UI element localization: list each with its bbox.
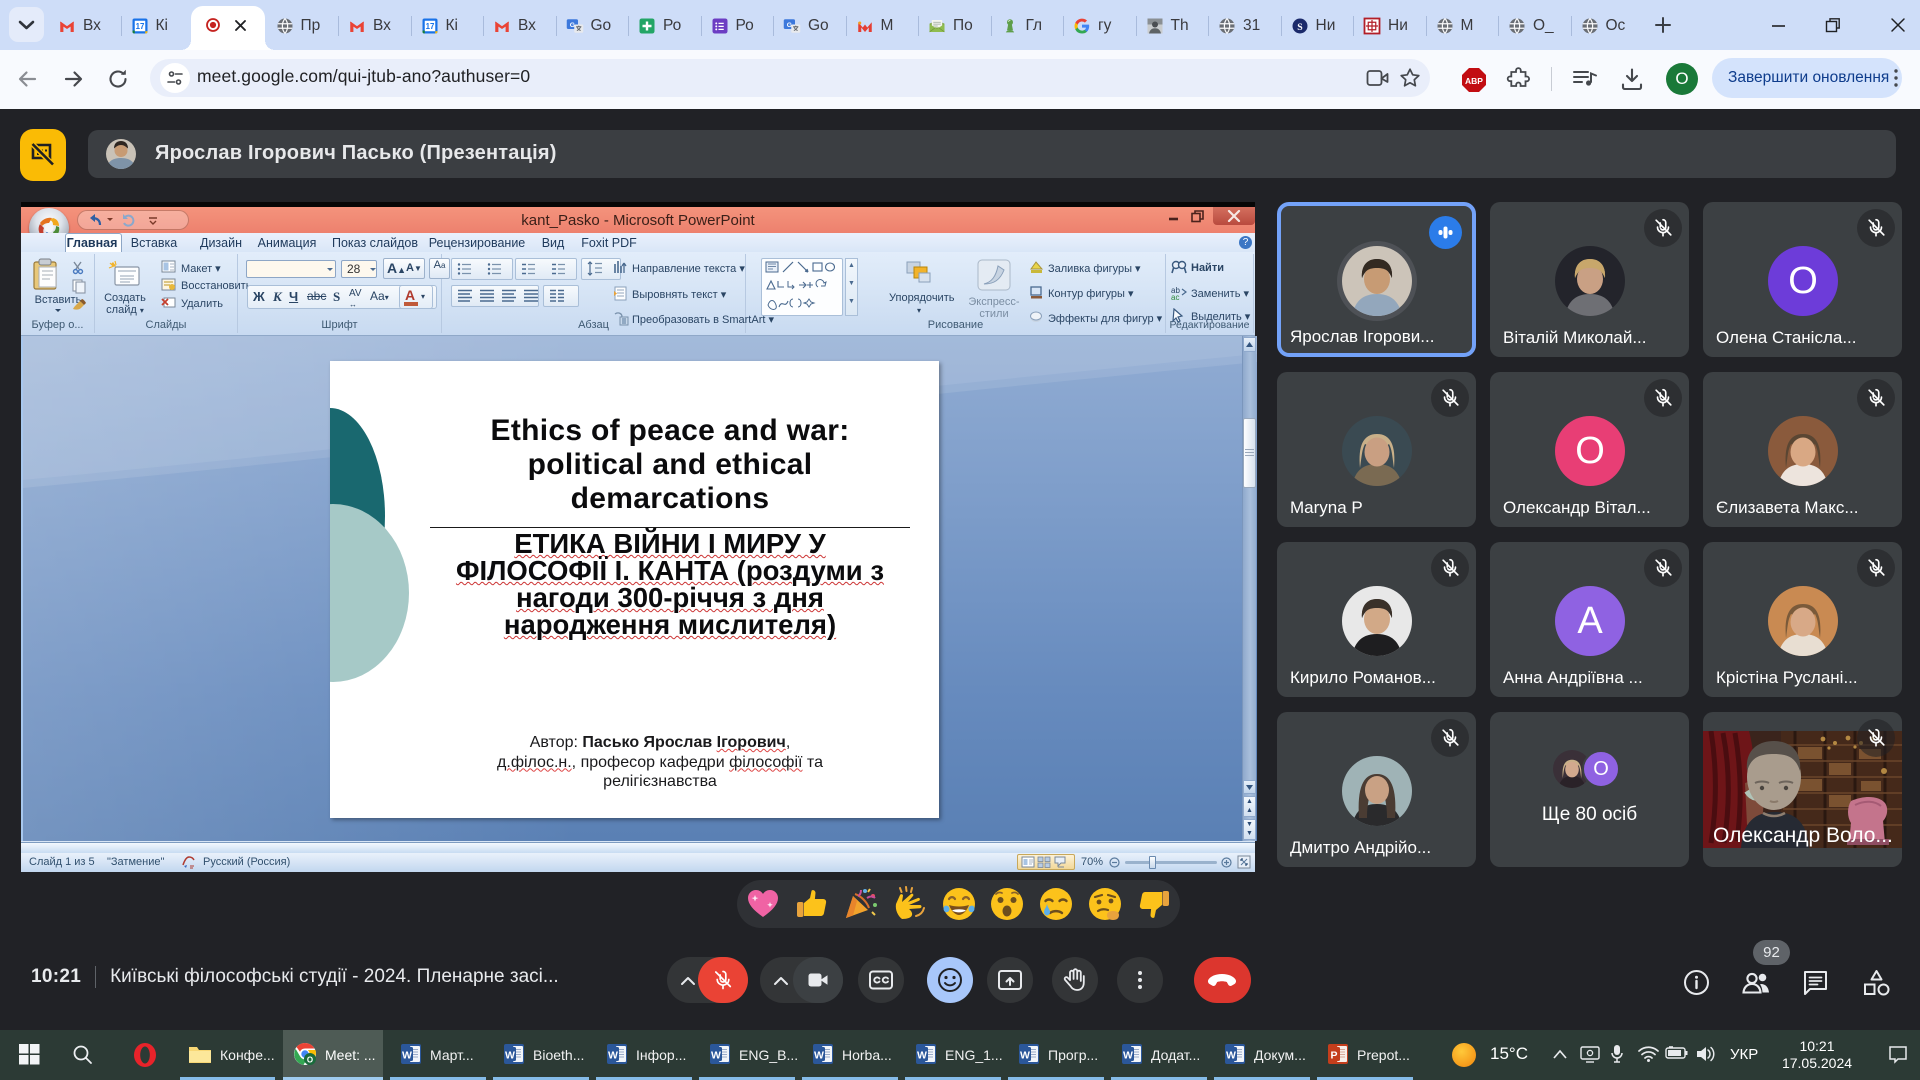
svg-text:W: W <box>917 1050 927 1062</box>
svg-text:17: 17 <box>425 22 434 31</box>
svg-text:W: W <box>711 1050 721 1062</box>
svg-text:W: W <box>814 1050 824 1062</box>
svg-text:P: P <box>1330 1050 1337 1062</box>
svg-text:W: W <box>1123 1050 1133 1062</box>
svg-text:W: W <box>402 1050 412 1062</box>
svg-text:ac: ac <box>1171 293 1179 300</box>
svg-text:17: 17 <box>135 22 144 31</box>
svg-text:W: W <box>505 1050 515 1062</box>
svg-text:S: S <box>1297 22 1303 33</box>
svg-text:G: G <box>787 22 792 29</box>
svg-text:ABP: ABP <box>1465 76 1483 86</box>
svg-text:G: G <box>569 22 574 29</box>
svg-text:W: W <box>608 1050 618 1062</box>
svg-text:O: O <box>307 1056 313 1065</box>
svg-text:W: W <box>1226 1050 1236 1062</box>
svg-text:W: W <box>1020 1050 1030 1062</box>
